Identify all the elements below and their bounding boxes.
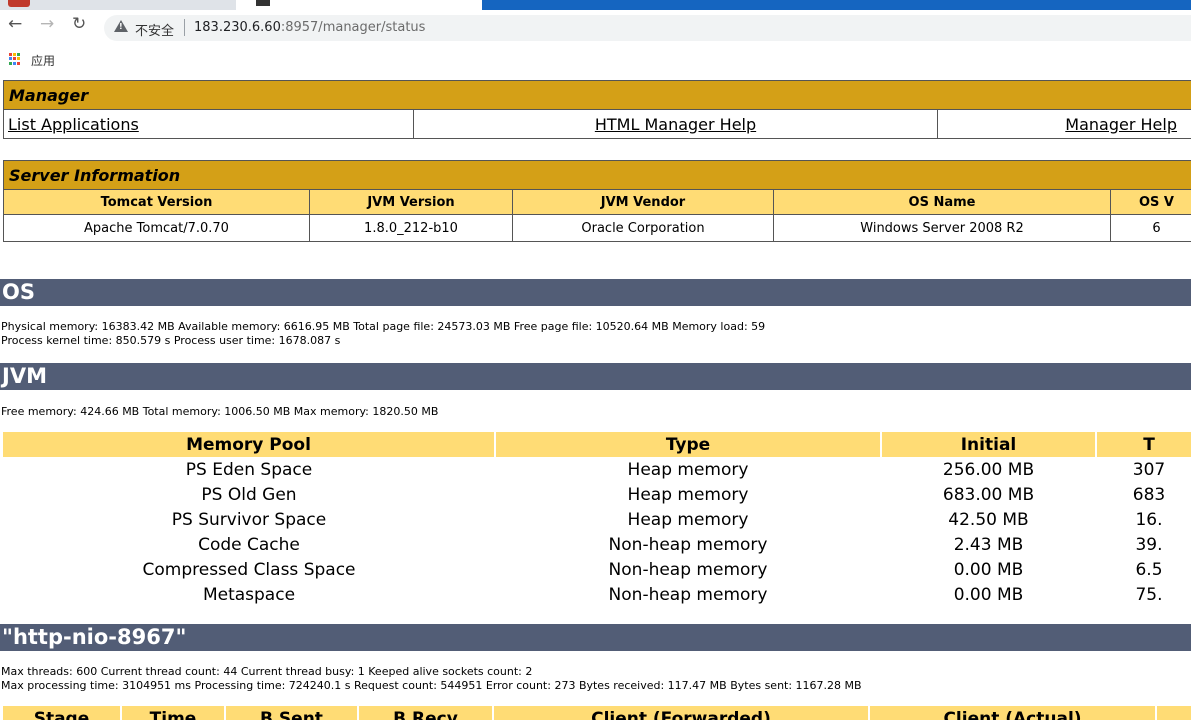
os-info-line-1: Physical memory: 16383.42 MB Available m… [1, 320, 766, 333]
memory-pool-row: Compressed Class Space Non-heap memory 0.0… [3, 557, 1191, 582]
connector-section-title: "http-nio-8967" [0, 624, 1191, 651]
header-os-name: OS Name [773, 189, 1111, 215]
manager-title: Manager [3, 80, 1191, 110]
pool-total-cell: 75. [1135, 584, 1163, 605]
memory-pool-row: PS Old Gen Heap memory 683.00 MB 683 [3, 482, 1191, 507]
pool-type-cell: Non-heap memory [608, 559, 768, 580]
tab-icon [256, 0, 270, 6]
header-b-sent: B Sent [225, 706, 359, 720]
header-stage: Stage [3, 706, 122, 720]
header-os-version: OS V [1110, 189, 1191, 215]
pool-type-cell: Non-heap memory [608, 584, 768, 605]
memory-pool-row: PS Survivor Space Heap memory 42.50 MB 16. [3, 507, 1191, 532]
warning-icon[interactable] [114, 20, 128, 32]
tab-favicon[interactable] [8, 0, 30, 7]
header-jvm-vendor: JVM Vendor [512, 189, 774, 215]
header-jvm-version: JVM Version [309, 189, 513, 215]
active-tab[interactable] [236, 0, 482, 10]
pool-type-cell: Heap memory [627, 484, 749, 505]
pool-initial-cell: 683.00 MB [942, 484, 1035, 505]
manager-table: Manager List Applications HTML Manager H… [3, 80, 1191, 139]
manager-help-link[interactable]: Manager Help [1065, 115, 1177, 134]
url-text[interactable]: 183.230.6.60:8957/manager/status [194, 20, 425, 35]
value-jvm-version: 1.8.0_212-b10 [309, 214, 513, 242]
forward-arrow-icon[interactable]: → [40, 16, 54, 33]
jvm-info-line-1: Free memory: 424.66 MB Total memory: 100… [1, 405, 439, 418]
header-memory-pool: Memory Pool [3, 432, 496, 457]
pool-initial-cell: 2.43 MB [953, 534, 1024, 555]
pool-name-cell: PS Survivor Space [171, 509, 327, 530]
value-os-name: Windows Server 2008 R2 [773, 214, 1111, 242]
pool-initial-cell: 0.00 MB [953, 559, 1024, 580]
pool-type-cell: Heap memory [627, 459, 749, 480]
os-section-title: OS [0, 279, 1191, 306]
pool-total-cell: 683 [1132, 484, 1166, 505]
connector-info-line-2: Max processing time: 3104951 ms Processi… [1, 679, 862, 692]
memory-pool-table: Memory Pool Type Initial T PS Eden Space… [3, 432, 1191, 607]
header-b-recv: B Recv [358, 706, 494, 720]
html-manager-help-cell: HTML Manager Help [413, 109, 938, 139]
pool-total-cell: 6.5 [1135, 559, 1163, 580]
html-manager-help-link[interactable]: HTML Manager Help [595, 115, 756, 134]
pool-total-cell: 16. [1135, 509, 1163, 530]
pool-initial-cell: 0.00 MB [953, 584, 1024, 605]
bookmarks-bar [0, 46, 1191, 74]
pool-total-cell: 39. [1135, 534, 1163, 555]
pool-type-cell: Heap memory [627, 509, 749, 530]
memory-pool-row: Metaspace Non-heap memory 0.00 MB 75. [3, 582, 1191, 607]
pool-name-cell: Metaspace [202, 584, 296, 605]
new-tab-area[interactable] [482, 0, 1191, 10]
list-applications-cell: List Applications [3, 109, 414, 139]
pool-initial-cell: 256.00 MB [942, 459, 1035, 480]
header-extra [1156, 706, 1191, 720]
pool-name-cell: PS Eden Space [185, 459, 313, 480]
server-info-title: Server Information [3, 160, 1191, 190]
pool-name-cell: PS Old Gen [201, 484, 297, 505]
reload-icon[interactable]: ↻ [72, 16, 86, 33]
omnibox-separator [184, 19, 185, 36]
pool-name-cell: Code Cache [198, 534, 300, 555]
value-os-version: 6 [1110, 214, 1191, 242]
memory-pool-row: Code Cache Non-heap memory 2.43 MB 39. [3, 532, 1191, 557]
apps-grid-icon[interactable] [9, 53, 21, 65]
server-info-table: Server Information Tomcat Version JVM Ve… [3, 160, 1191, 242]
header-total: T [1096, 432, 1191, 457]
pool-type-cell: Non-heap memory [608, 534, 768, 555]
os-info-line-2: Process kernel time: 850.579 s Process u… [1, 334, 341, 347]
pool-name-cell: Compressed Class Space [142, 559, 356, 580]
pool-initial-cell: 42.50 MB [948, 509, 1029, 530]
header-type: Type [495, 432, 882, 457]
manager-help-cell: Manager Help [937, 109, 1191, 139]
stage-table: Stage Time B Sent B Recv Client (Forward… [3, 706, 1191, 720]
jvm-section-title: JVM [0, 363, 1191, 390]
url-path: :8957/manager/status [280, 20, 426, 35]
header-time: Time [121, 706, 226, 720]
value-jvm-vendor: Oracle Corporation [512, 214, 774, 242]
list-applications-link[interactable]: List Applications [8, 115, 139, 134]
memory-pool-row: PS Eden Space Heap memory 256.00 MB 307 [3, 457, 1191, 482]
value-tomcat-version: Apache Tomcat/7.0.70 [3, 214, 310, 242]
connector-info-line-1: Max threads: 600 Current thread count: 4… [1, 665, 533, 678]
back-arrow-icon[interactable]: ← [8, 16, 22, 33]
header-client-actual: Client (Actual) [869, 706, 1157, 720]
apps-bookmark-label[interactable]: 应用 [31, 52, 55, 69]
url-host: 183.230.6.60 [194, 20, 281, 35]
header-client-forwarded: Client (Forwarded) [493, 706, 870, 720]
pool-total-cell: 307 [1132, 459, 1166, 480]
header-tomcat-version: Tomcat Version [3, 189, 310, 215]
page-content: Manager List Applications HTML Manager H… [0, 74, 1191, 720]
insecure-label[interactable]: 不安全 [135, 20, 174, 39]
header-initial: Initial [881, 432, 1097, 457]
